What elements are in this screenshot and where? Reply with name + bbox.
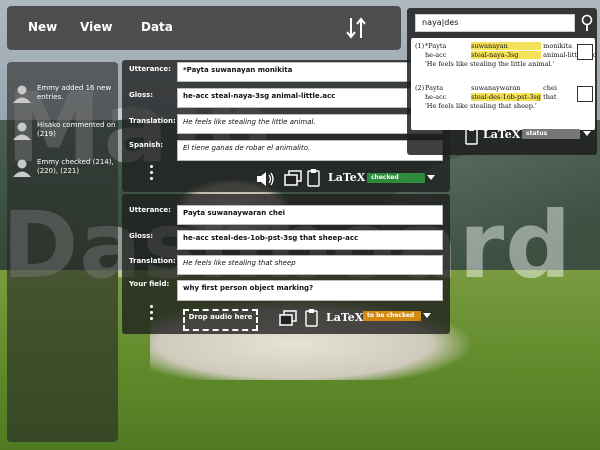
status-dropdown[interactable]: status [522, 129, 580, 139]
status-dropdown[interactable]: to be checked [363, 311, 421, 321]
spanish-field[interactable]: El tiene ganas de robar el animalito. [177, 140, 443, 161]
activity-text: Hisako commented on (219) [37, 121, 116, 138]
menu-view[interactable]: View [80, 20, 112, 34]
clipboard-icon[interactable] [307, 168, 320, 187]
result-word: that [543, 93, 557, 101]
user-icon [13, 122, 31, 140]
result-word: Payta [425, 84, 444, 92]
translation-label: Translation: [129, 117, 176, 125]
clipboard-icon[interactable] [305, 308, 318, 327]
result-word: he-acc [425, 93, 447, 101]
status-dropdown[interactable]: checked [367, 173, 425, 183]
gloss-field[interactable]: he-acc steal-naya-3sg animal-little.acc [177, 88, 443, 108]
clipboard-icon[interactable] [465, 126, 478, 145]
translation-label: Translation: [129, 257, 176, 265]
latex-button[interactable]: LaTeX [326, 311, 363, 324]
latex-button[interactable]: LaTeX [483, 128, 520, 141]
user-icon [13, 159, 31, 177]
menu-data[interactable]: Data [141, 20, 173, 34]
search-results: (1) *Payta suwanayan monikita he-acc ste… [411, 38, 596, 130]
activity-text: Emmy added 16 new entries. [37, 84, 112, 101]
result-word: he-acc [425, 51, 447, 59]
utterance-label: Utterance: [129, 65, 171, 73]
speaker-icon[interactable] [255, 170, 277, 188]
search-panel: naya|des (1) *Payta suwanayan monikita h… [407, 8, 597, 155]
top-toolbar: New View Data [7, 6, 401, 50]
drag-handle-icon[interactable] [146, 162, 156, 183]
utterance-field[interactable]: Payta suwanaywaran chei [177, 205, 443, 225]
utterance-label: Utterance: [129, 206, 171, 214]
result-word: suwanaywaran [471, 84, 521, 92]
search-input[interactable]: naya|des [415, 14, 575, 32]
result-translation: 'He feels like stealing the little anima… [425, 60, 555, 68]
audio-drop-zone[interactable]: Drop audio here [183, 309, 258, 331]
translation-field[interactable]: He feels like stealing that sheep [177, 255, 443, 275]
result-word: chei [543, 84, 557, 92]
activity-sidebar: Emmy added 16 new entries. Hisako commen… [7, 62, 118, 442]
latex-button[interactable]: LaTeX [328, 171, 365, 184]
sort-arrows-icon[interactable] [342, 14, 370, 42]
chevron-down-icon[interactable] [583, 131, 591, 136]
activity-text: Emmy checked (214), (220), (221) [37, 158, 114, 175]
result-checkbox[interactable] [577, 44, 593, 60]
entry-card-2: Utterance: Payta suwanaywaran chei Gloss… [122, 194, 450, 334]
result-checkbox[interactable] [577, 86, 593, 102]
gloss-label: Gloss: [129, 91, 154, 99]
spanish-label: Spanish: [129, 141, 164, 149]
menu-new[interactable]: New [28, 20, 57, 34]
utterance-field[interactable]: *Payta suwanayan monikita [177, 62, 443, 82]
translation-field[interactable]: He feels like stealing the little animal… [177, 114, 443, 134]
gloss-field[interactable]: he-acc steal-des-1ob-pst-3sg that sheep-… [177, 230, 443, 250]
copy-icon[interactable] [284, 170, 302, 187]
gloss-label: Gloss: [129, 232, 154, 240]
drag-handle-icon[interactable] [146, 302, 156, 323]
custom-field[interactable]: why first person object marking? [177, 280, 443, 301]
result-word: monikita [543, 42, 573, 50]
entry-card-1: Utterance: *Payta suwanayan monikita Glo… [122, 60, 450, 192]
result-translation: 'He feels like stealing that sheep.' [425, 102, 537, 110]
result-number: (1) [415, 42, 425, 50]
copy-icon[interactable] [279, 310, 297, 327]
user-icon [13, 85, 31, 103]
result-word: *Payta [425, 42, 447, 50]
result-word: steal-des-1ob-pst-3sg [471, 93, 542, 101]
custom-field-label: Your field: [129, 280, 170, 288]
result-word: suwanayan [471, 42, 542, 50]
result-number: (2) [415, 84, 425, 92]
result-word: steal-naya-3sg [471, 51, 542, 59]
search-icon[interactable] [579, 14, 595, 32]
chevron-down-icon[interactable] [423, 313, 431, 318]
chevron-down-icon[interactable] [427, 175, 435, 180]
